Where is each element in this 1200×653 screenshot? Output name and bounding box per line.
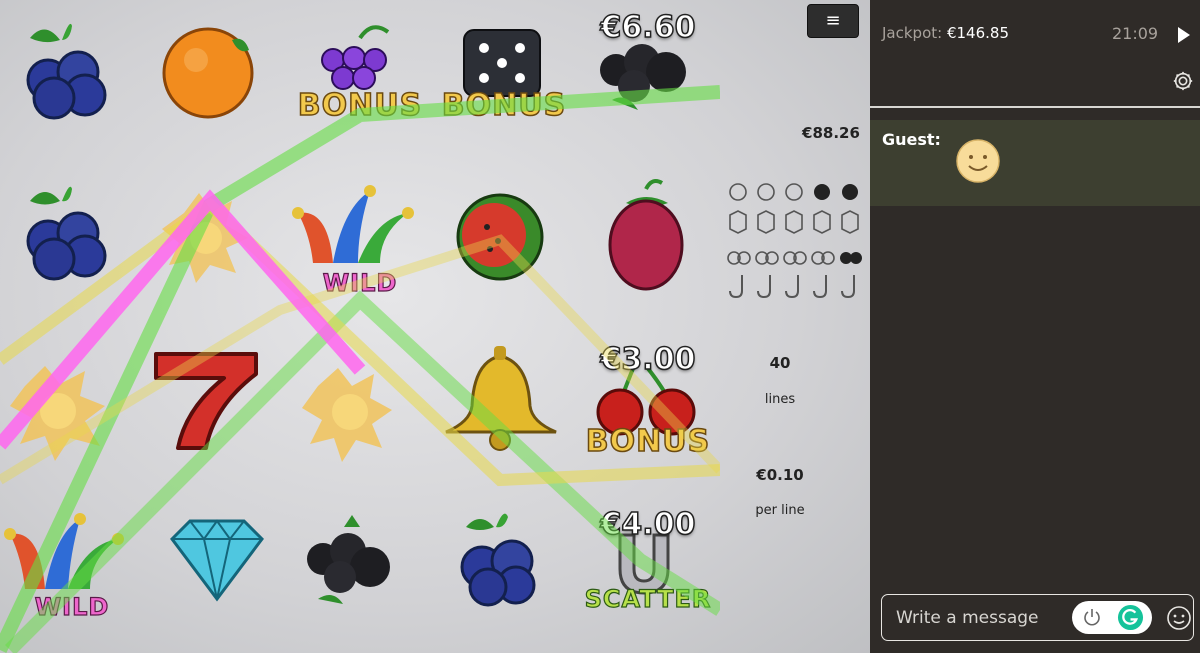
menu-button[interactable]: ≡ bbox=[807, 4, 859, 38]
symbol-dice-bonus: BONUS bbox=[432, 0, 576, 163]
wild-label: WILD bbox=[34, 592, 110, 621]
hexagon-icon bbox=[729, 210, 859, 234]
lines-label: lines bbox=[764, 392, 796, 407]
paytable-row-hexagon bbox=[722, 209, 868, 239]
symbol-cherries-bonus: €3.00 BONUS bbox=[576, 326, 720, 489]
paytable bbox=[722, 178, 868, 302]
game-area: WILD BONUS WILD BONUS €6.60 €3.00 BONUS … bbox=[0, 0, 870, 653]
symbol-orange bbox=[144, 0, 288, 163]
bet-per-line-label: per line bbox=[755, 503, 805, 518]
symbol-wild-jester: WILD bbox=[288, 163, 432, 326]
blackberry-icon bbox=[729, 183, 858, 201]
symbol-explosion bbox=[288, 326, 432, 489]
wild-label: WILD bbox=[322, 268, 398, 297]
symbol-bell bbox=[432, 326, 576, 489]
hamburger-menu-icon: ≡ bbox=[825, 10, 841, 31]
symbol-seven bbox=[144, 326, 288, 489]
paytable-row-blackberry bbox=[722, 178, 868, 208]
symbol-watermelon bbox=[432, 163, 576, 326]
play-arrow-icon[interactable] bbox=[1175, 24, 1193, 46]
jackpot: Jackpot: €146.85 bbox=[882, 24, 1009, 42]
win-amount: €6.60 bbox=[600, 9, 696, 46]
symbol-blueberries bbox=[0, 0, 144, 163]
chat-username: Guest: bbox=[882, 130, 941, 149]
clock: 21:09 bbox=[1112, 24, 1159, 43]
message-input[interactable] bbox=[896, 606, 1066, 630]
symbol-blueberries bbox=[0, 163, 144, 326]
bonus-label: BONUS bbox=[297, 87, 423, 124]
divider bbox=[870, 106, 1200, 108]
jester-j-icon bbox=[729, 275, 855, 299]
reels: WILD BONUS WILD BONUS €6.60 €3.00 BONUS … bbox=[0, 0, 720, 653]
scatter-label: SCATTER bbox=[584, 584, 712, 613]
symbol-wild-jester: WILD bbox=[0, 489, 144, 652]
symbol-blackberries: €6.60 bbox=[576, 0, 720, 163]
smiley-emoji-icon bbox=[956, 139, 1000, 183]
symbol-blackberries bbox=[288, 489, 432, 652]
symbol-diamond bbox=[144, 489, 288, 652]
symbol-explosion bbox=[0, 326, 144, 489]
symbol-horseshoe-scatter: €4.00 SCATTER bbox=[576, 489, 720, 652]
lines-value: 40 bbox=[769, 354, 791, 372]
grammarly-icon[interactable] bbox=[1117, 604, 1144, 631]
bet-per-line-value: €0.10 bbox=[756, 466, 804, 484]
message-composer bbox=[881, 594, 1194, 641]
win-amount: €3.00 bbox=[600, 341, 696, 378]
bonus-label: BONUS bbox=[585, 423, 711, 460]
symbol-blueberries bbox=[432, 489, 576, 652]
paytable-row-cherry bbox=[722, 240, 868, 270]
symbol-explosion bbox=[144, 163, 288, 326]
win-amount: €4.00 bbox=[600, 506, 696, 543]
cherry-icon bbox=[727, 251, 862, 265]
paytable-row-jester bbox=[722, 271, 868, 301]
symbol-raspberry bbox=[576, 163, 720, 326]
jackpot-value: €146.85 bbox=[946, 24, 1009, 42]
gear-icon[interactable] bbox=[1172, 70, 1194, 92]
chat-message: Guest: bbox=[870, 120, 1200, 206]
input-tools bbox=[1072, 601, 1152, 634]
power-icon[interactable] bbox=[1082, 607, 1102, 627]
emoji-picker-icon[interactable] bbox=[1166, 605, 1192, 631]
jackpot-label: Jackpot: bbox=[882, 24, 943, 42]
bonus-label: BONUS bbox=[441, 87, 567, 124]
chat-panel: Jackpot: €146.85 21:09 Guest: bbox=[870, 0, 1200, 653]
balance: €88.26 bbox=[802, 124, 860, 142]
symbol-grapes-bonus: BONUS bbox=[288, 0, 432, 163]
